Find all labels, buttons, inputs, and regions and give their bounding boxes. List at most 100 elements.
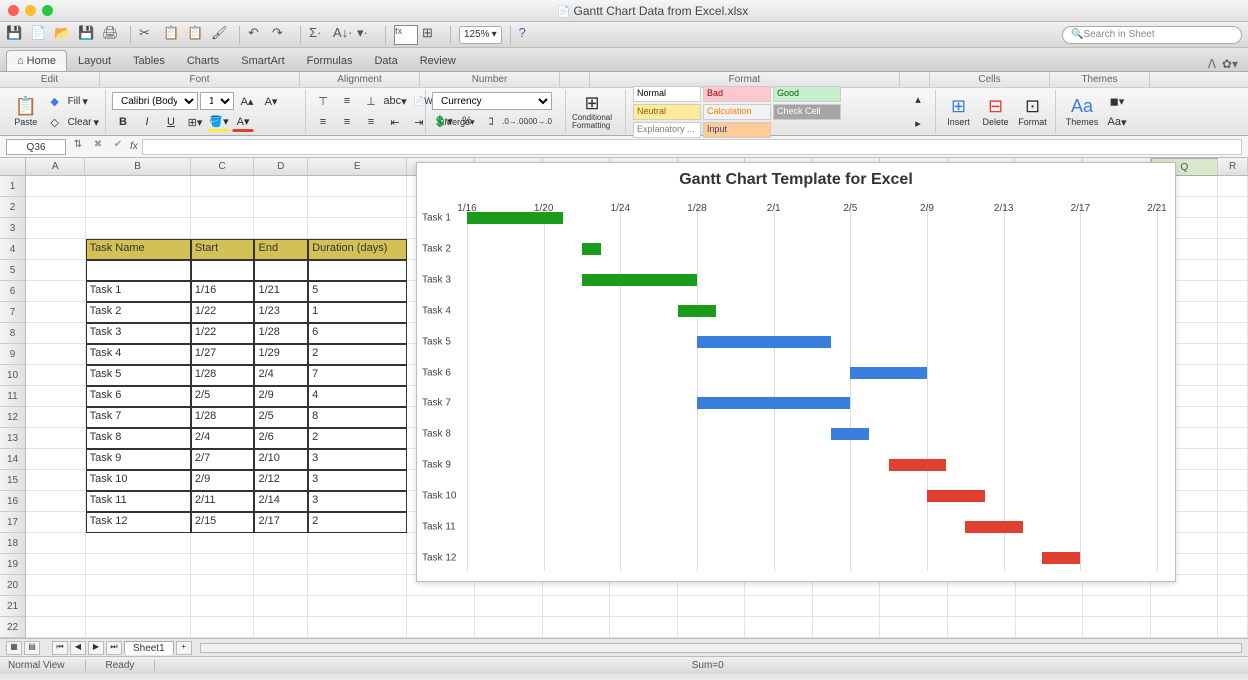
cell[interactable] (26, 470, 86, 491)
cell[interactable] (26, 491, 86, 512)
open-icon[interactable]: 📂 (54, 25, 74, 45)
comma-icon[interactable]: ｺ (480, 111, 502, 131)
cell[interactable]: 1/27 (191, 344, 255, 365)
cell[interactable] (254, 617, 308, 638)
sort-icon[interactable]: A↓· (333, 25, 353, 45)
cell[interactable]: Task 10 (86, 470, 191, 491)
cell[interactable] (308, 575, 407, 596)
cell[interactable] (26, 596, 86, 617)
cell[interactable] (745, 596, 813, 617)
cell[interactable] (26, 449, 86, 470)
style-checkcell[interactable]: Check Cell (773, 104, 841, 120)
cell[interactable]: 2/4 (254, 365, 308, 386)
cell[interactable]: 1/22 (191, 323, 255, 344)
cell[interactable]: 3 (308, 491, 407, 512)
cell[interactable] (254, 596, 308, 617)
cell[interactable] (880, 617, 948, 638)
cell[interactable]: End (254, 239, 308, 260)
cell[interactable] (308, 218, 407, 239)
style-bad[interactable]: Bad (703, 86, 771, 102)
cell[interactable] (543, 617, 611, 638)
cell[interactable] (1016, 617, 1084, 638)
format-painter-icon[interactable]: 🖌 (211, 25, 231, 45)
cell[interactable] (86, 176, 191, 197)
cell[interactable] (254, 197, 308, 218)
themes-button[interactable]: AaThemes (1062, 92, 1102, 132)
cell[interactable] (26, 554, 86, 575)
cell[interactable]: Task 1 (86, 281, 191, 302)
theme-colors-icon[interactable]: ◼▾ (1106, 91, 1128, 111)
cell[interactable]: 1/29 (254, 344, 308, 365)
cell[interactable]: Task 9 (86, 449, 191, 470)
cell[interactable] (308, 533, 407, 554)
cell[interactable] (26, 260, 86, 281)
cell[interactable] (308, 617, 407, 638)
font-name-select[interactable]: Calibri (Body) (112, 92, 198, 110)
namebox-dropdown-icon[interactable]: ⇅ (70, 139, 86, 155)
cell[interactable] (1218, 302, 1248, 323)
worksheet[interactable]: ABCDEFGHIJKLMNOPQR 123456789101112131415… (0, 158, 1248, 638)
cell[interactable] (948, 617, 1016, 638)
row-header[interactable]: 21 (0, 596, 25, 617)
cell[interactable] (1218, 239, 1248, 260)
fill-color-icon[interactable]: 🪣▾ (208, 112, 230, 132)
clear-label[interactable]: Clear (68, 117, 92, 128)
cell[interactable] (254, 554, 308, 575)
cell[interactable] (1218, 470, 1248, 491)
cell[interactable]: 2/5 (191, 386, 255, 407)
sheet-tab[interactable]: Sheet1 (124, 641, 174, 655)
cell[interactable] (86, 596, 191, 617)
cell[interactable] (1083, 617, 1151, 638)
col-header-D[interactable]: D (254, 158, 308, 175)
cell[interactable]: 2/9 (254, 386, 308, 407)
cell[interactable]: 1/28 (191, 365, 255, 386)
cell[interactable]: 3 (308, 449, 407, 470)
cell[interactable] (678, 617, 746, 638)
cell[interactable] (610, 596, 678, 617)
close-icon[interactable] (8, 5, 19, 16)
cell[interactable] (308, 596, 407, 617)
cell[interactable] (1218, 428, 1248, 449)
percent-icon[interactable]: % (456, 111, 478, 131)
increase-decimal-icon[interactable]: .0→.00 (504, 111, 526, 131)
cell[interactable]: 2/12 (254, 470, 308, 491)
cell[interactable] (191, 617, 255, 638)
formula-input[interactable] (142, 139, 1242, 155)
cell[interactable]: 2/4 (191, 428, 255, 449)
row-header[interactable]: 11 (0, 386, 25, 407)
cell[interactable]: 1/16 (191, 281, 255, 302)
cell[interactable] (1218, 386, 1248, 407)
styles-scroll-down-icon[interactable]: ▸ (907, 114, 929, 134)
cell[interactable]: 1/21 (254, 281, 308, 302)
increase-font-icon[interactable]: A▴ (236, 91, 258, 111)
currency-icon[interactable]: 💲▾ (432, 111, 454, 131)
col-header-R[interactable]: R (1218, 158, 1248, 175)
row-header[interactable]: 2 (0, 197, 25, 218)
cell[interactable] (610, 617, 678, 638)
cell[interactable] (86, 617, 191, 638)
cell[interactable] (1218, 554, 1248, 575)
cell[interactable]: 2/17 (254, 512, 308, 533)
decrease-decimal-icon[interactable]: .00→.0 (528, 111, 550, 131)
fill-icon[interactable]: ◆ (44, 91, 66, 111)
cell[interactable]: Task 3 (86, 323, 191, 344)
row-header[interactable]: 4 (0, 239, 25, 260)
cell[interactable] (191, 197, 255, 218)
settings-icon[interactable]: ✿▾ (1222, 57, 1238, 71)
clear-icon[interactable]: ◇ (44, 112, 66, 132)
cell[interactable] (86, 533, 191, 554)
cell[interactable]: 7 (308, 365, 407, 386)
save-icon[interactable]: 💾 (6, 25, 26, 45)
cell[interactable] (26, 239, 86, 260)
cell[interactable] (254, 260, 308, 281)
cell[interactable] (1218, 512, 1248, 533)
tab-smartart[interactable]: SmartArt (230, 50, 295, 71)
cell[interactable]: Task 2 (86, 302, 191, 323)
cell[interactable] (1218, 365, 1248, 386)
number-format-select[interactable]: Currency (432, 92, 552, 110)
help-icon[interactable]: ? (519, 25, 539, 45)
cell[interactable] (191, 218, 255, 239)
cell[interactable] (1218, 596, 1248, 617)
select-all-corner[interactable] (0, 158, 26, 175)
cell[interactable] (308, 554, 407, 575)
